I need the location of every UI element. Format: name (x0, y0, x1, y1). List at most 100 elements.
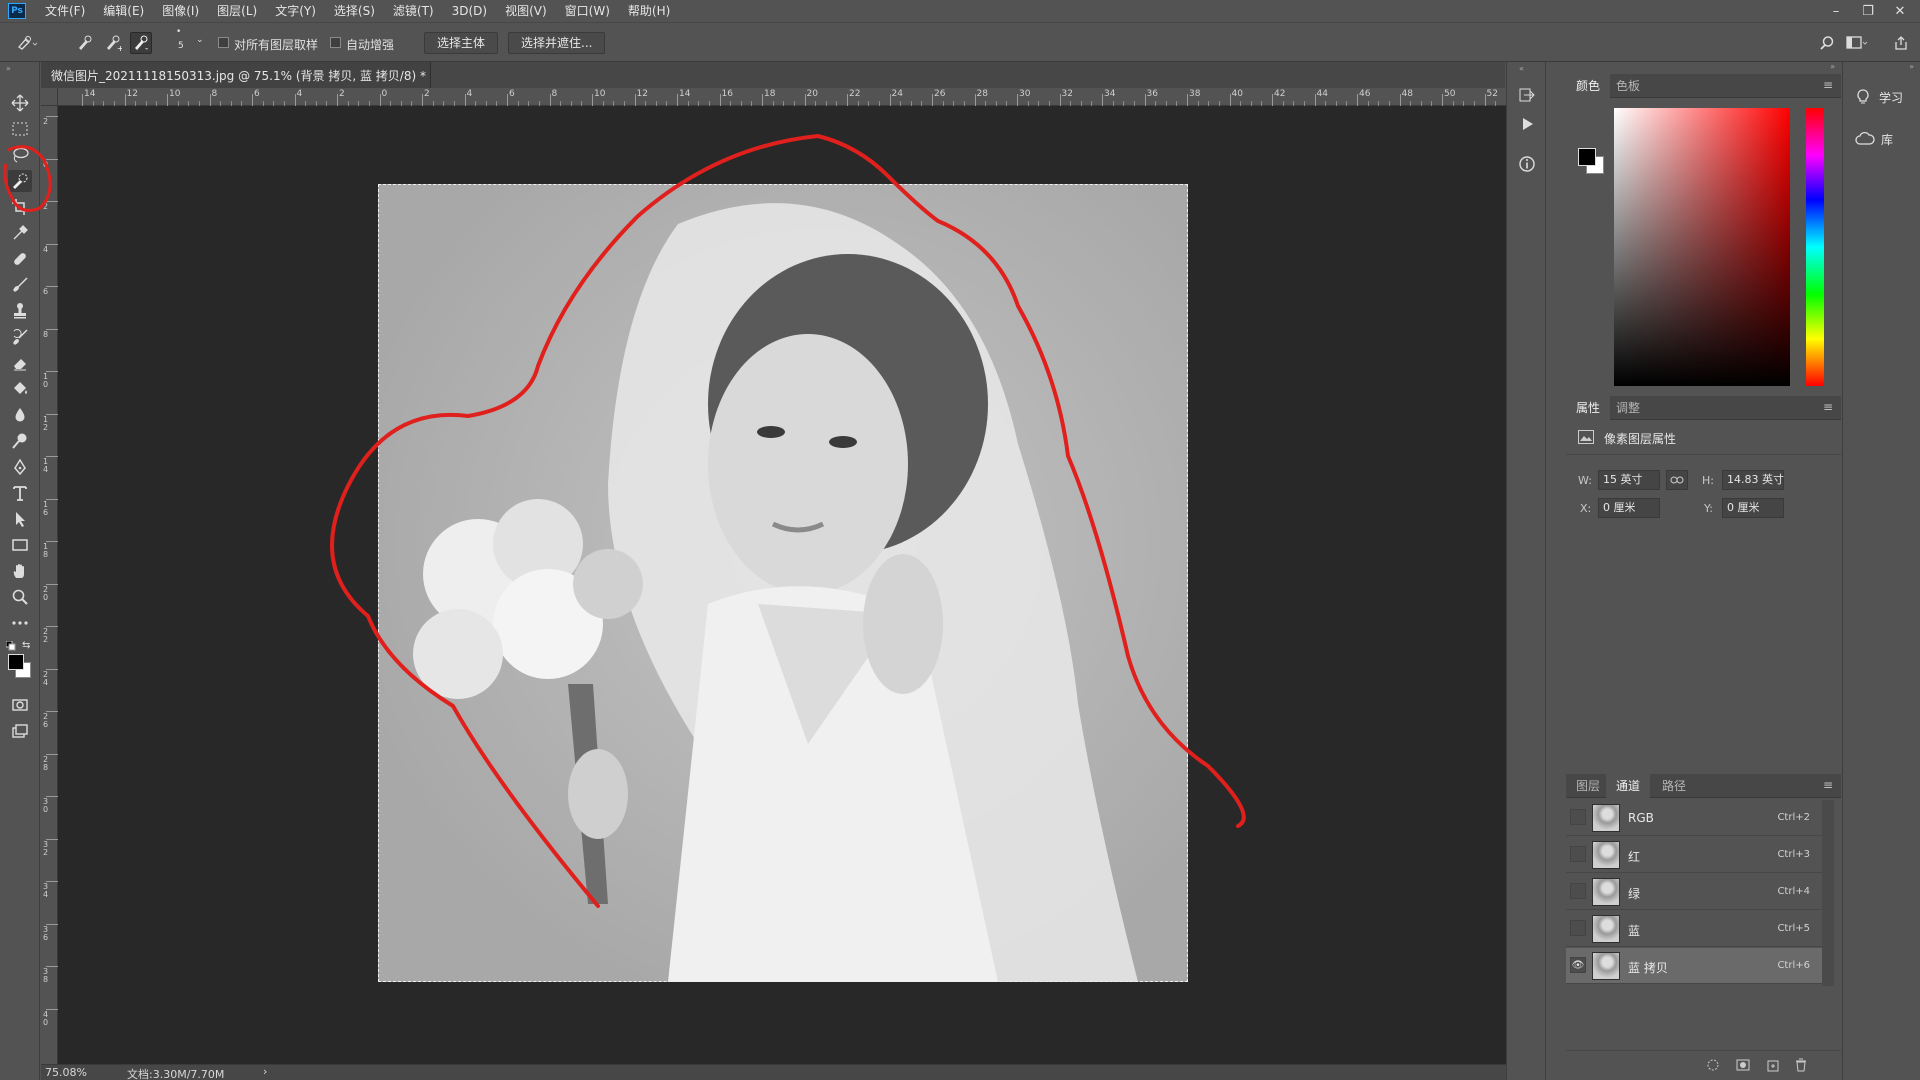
close-window-button[interactable]: ✕ (1884, 0, 1916, 22)
document-tab[interactable]: 微信图片_20211118150313.jpg @ 75.1% (背景 拷贝, … (41, 62, 447, 88)
restore-button[interactable]: ❐ (1852, 0, 1884, 22)
minimize-button[interactable]: – (1820, 0, 1852, 22)
panels-collapse-icon[interactable]: » (1830, 62, 1835, 71)
marquee-tool-icon[interactable] (8, 118, 32, 140)
zoom-tool-icon[interactable] (8, 586, 32, 608)
x-field[interactable]: 0 厘米 (1598, 498, 1660, 518)
menu-3d[interactable]: 3D(D) (443, 0, 496, 22)
document-image[interactable] (378, 184, 1188, 982)
properties-panel-menu-icon[interactable]: ≡ (1823, 400, 1833, 414)
select-subject-button[interactable]: 选择主体 (424, 32, 499, 54)
type-tool-icon[interactable] (8, 482, 32, 504)
menu-help[interactable]: 帮助(H) (619, 0, 679, 22)
rectangle-tool-icon[interactable] (8, 534, 32, 556)
menu-view[interactable]: 视图(V) (496, 0, 556, 22)
brush-tool-icon[interactable] (8, 274, 32, 296)
channel-row-red[interactable]: 红 Ctrl+3 (1566, 837, 1822, 873)
right-dock-collapse-icon[interactable]: » (1909, 62, 1914, 71)
screen-mode-icon[interactable] (8, 720, 32, 742)
hue-slider[interactable] (1806, 108, 1824, 386)
height-field[interactable]: 14.83 英寸 (1722, 470, 1784, 490)
link-dimensions-icon[interactable] (1666, 470, 1688, 490)
share-icon[interactable] (1890, 32, 1912, 54)
subtract-from-selection-icon[interactable]: - (130, 32, 152, 54)
eraser-tool-icon[interactable] (8, 352, 32, 374)
menu-window[interactable]: 窗口(W) (556, 0, 619, 22)
libraries-panel-button[interactable]: 库 (1843, 124, 1920, 154)
default-colors-icon[interactable] (5, 640, 16, 654)
menu-layer[interactable]: 图层(L) (208, 0, 266, 22)
channel-row-green[interactable]: 绿 Ctrl+4 (1566, 874, 1822, 910)
vertical-ruler[interactable]: 2024681 01 21 41 61 82 02 22 42 62 83 03… (41, 106, 58, 1064)
tab-paths[interactable]: 路径 (1652, 774, 1696, 798)
learn-panel-button[interactable]: 学习 (1843, 82, 1920, 112)
menu-type[interactable]: 文字(Y) (266, 0, 325, 22)
tab-swatches[interactable]: 色板 (1606, 74, 1650, 98)
healing-brush-tool-icon[interactable] (8, 248, 32, 270)
canvas-area[interactable] (58, 106, 1506, 1064)
clone-stamp-tool-icon[interactable] (8, 300, 32, 322)
auto-enhance-checkbox[interactable] (330, 37, 341, 48)
delete-channel-icon[interactable] (1794, 1058, 1808, 1075)
tab-layers[interactable]: 图层 (1566, 774, 1610, 798)
tool-preset-icon[interactable] (16, 32, 38, 54)
brush-picker-chevron-icon[interactable]: ⌄ (196, 35, 204, 45)
history-panel-icon[interactable] (1515, 84, 1539, 108)
channel-visibility-toggle[interactable] (1570, 809, 1586, 825)
color-panel-menu-icon[interactable]: ≡ (1823, 78, 1833, 92)
pen-tool-icon[interactable] (8, 456, 32, 478)
menu-select[interactable]: 选择(S) (325, 0, 384, 22)
horizontal-ruler[interactable]: 14 12 10 8 6 4 2 0 2 4 6 8 10 12 14 16 18 20 22 24 26 28 30 32 3… (58, 88, 1518, 106)
blur-tool-icon[interactable] (8, 404, 32, 426)
select-and-mask-button[interactable]: 选择并遮住... (508, 32, 606, 54)
menu-file[interactable]: 文件(F) (36, 0, 94, 22)
tab-adjustments[interactable]: 调整 (1606, 396, 1650, 420)
dock-collapse-icon[interactable]: « (1519, 64, 1524, 73)
channel-row-rgb[interactable]: RGB Ctrl+2 (1566, 800, 1822, 836)
foreground-color-swatch[interactable] (8, 654, 24, 670)
actions-play-icon[interactable] (1515, 112, 1539, 136)
menu-filter[interactable]: 滤镜(T) (384, 0, 443, 22)
channels-scrollbar[interactable] (1822, 800, 1834, 986)
save-selection-as-channel-icon[interactable] (1736, 1058, 1750, 1075)
y-field[interactable]: 0 厘米 (1722, 498, 1784, 518)
color-field[interactable] (1614, 108, 1790, 386)
paint-bucket-tool-icon[interactable] (8, 378, 32, 400)
path-selection-tool-icon[interactable] (8, 508, 32, 530)
channel-visibility-toggle[interactable] (1570, 846, 1586, 862)
info-panel-icon[interactable] (1515, 152, 1539, 176)
eye-icon[interactable]: 👁 (1570, 957, 1586, 973)
tab-color[interactable]: 颜色 (1566, 74, 1611, 98)
tab-channels[interactable]: 通道 (1606, 774, 1651, 798)
add-to-selection-icon[interactable]: + (102, 32, 124, 54)
brush-size-value[interactable]: 5 (178, 41, 184, 51)
dodge-tool-icon[interactable] (8, 430, 32, 452)
channel-row-blue[interactable]: 蓝 Ctrl+5 (1566, 911, 1822, 947)
status-menu-arrow-icon[interactable]: › (263, 1065, 267, 1078)
toolbar-collapse-icon[interactable]: » (6, 64, 11, 73)
more-tools-icon[interactable] (8, 612, 32, 634)
channel-visibility-toggle[interactable] (1570, 920, 1586, 936)
channels-panel-menu-icon[interactable]: ≡ (1823, 778, 1833, 792)
new-channel-icon[interactable] (1766, 1058, 1780, 1075)
sample-all-layers-checkbox[interactable] (218, 37, 229, 48)
menu-edit[interactable]: 编辑(E) (94, 0, 153, 22)
channel-row-blue-copy[interactable]: 👁 蓝 拷贝 Ctrl+6 (1566, 948, 1822, 984)
new-selection-icon[interactable] (74, 32, 96, 54)
zoom-level[interactable]: 75.08% (45, 1066, 87, 1079)
width-field[interactable]: 15 英寸 (1598, 470, 1660, 490)
hand-tool-icon[interactable] (8, 560, 32, 582)
tab-properties[interactable]: 属性 (1566, 396, 1611, 420)
quick-mask-icon[interactable] (8, 694, 32, 716)
search-icon[interactable] (1816, 32, 1838, 54)
menu-image[interactable]: 图像(I) (153, 0, 208, 22)
ruler-origin[interactable] (41, 88, 58, 106)
move-tool-icon[interactable] (8, 92, 32, 114)
channel-visibility-toggle[interactable] (1570, 883, 1586, 899)
workspace-icon[interactable] (1846, 32, 1868, 54)
panel-foreground-swatch[interactable] (1578, 148, 1596, 166)
load-channel-as-selection-icon[interactable] (1706, 1058, 1720, 1075)
history-brush-tool-icon[interactable] (8, 326, 32, 348)
eyedropper-tool-icon[interactable] (8, 222, 32, 244)
swap-colors-icon[interactable]: ⇆ (22, 640, 30, 651)
